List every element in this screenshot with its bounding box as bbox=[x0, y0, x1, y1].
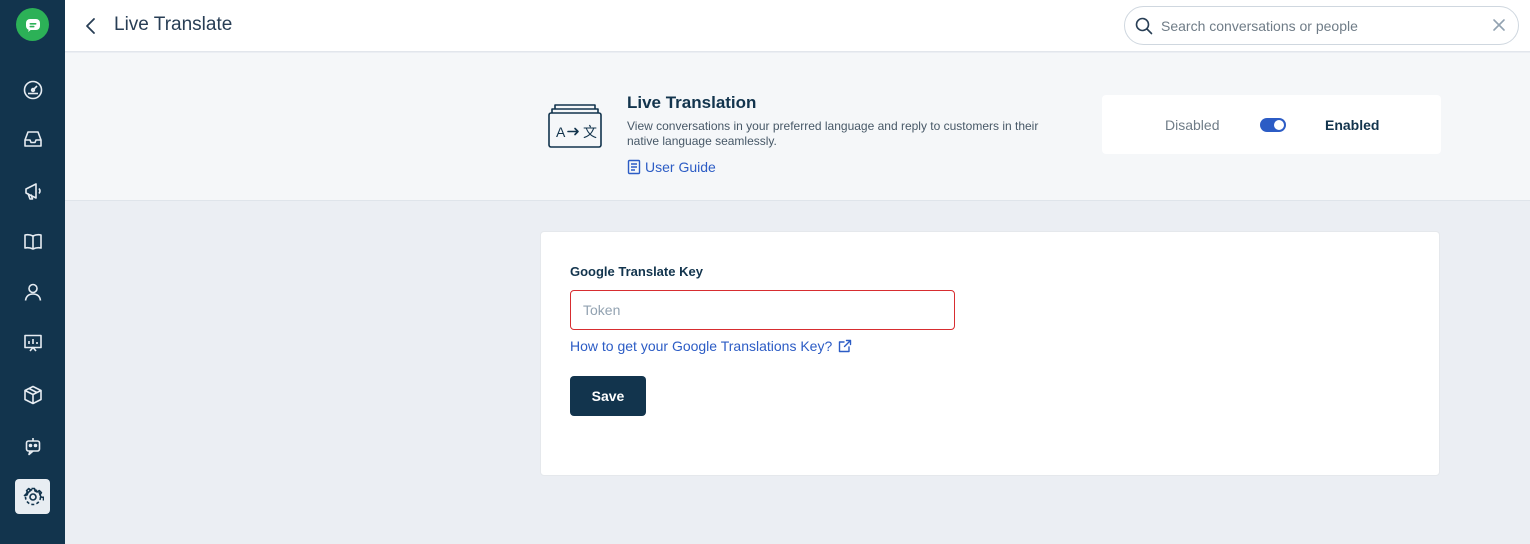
bot-icon bbox=[25, 437, 40, 455]
sidebar-item-knowledge-base[interactable] bbox=[15, 223, 50, 258]
token-input[interactable] bbox=[570, 290, 955, 330]
top-header: Live Translate bbox=[65, 0, 1530, 52]
inbox-icon bbox=[23, 130, 42, 147]
back-button[interactable] bbox=[81, 14, 101, 38]
app-banner: A 文 Live Translation View conversations … bbox=[65, 53, 1530, 201]
sidebar bbox=[0, 0, 65, 544]
user-guide-label: User Guide bbox=[645, 159, 716, 175]
disabled-label: Disabled bbox=[1165, 117, 1220, 133]
dashboard-icon bbox=[23, 80, 42, 99]
sidebar-item-marketplace[interactable] bbox=[15, 377, 50, 412]
sidebar-item-dashboard[interactable] bbox=[15, 72, 50, 107]
contact-icon bbox=[24, 283, 41, 301]
book-icon bbox=[23, 233, 42, 250]
sidebar-item-contacts[interactable] bbox=[15, 274, 50, 309]
document-icon bbox=[627, 159, 641, 175]
user-guide-link[interactable]: User Guide bbox=[627, 159, 716, 175]
close-icon[interactable] bbox=[1492, 18, 1506, 32]
search-input[interactable] bbox=[1161, 15, 1481, 37]
app-description: View conversations in your preferred lan… bbox=[627, 119, 1039, 148]
sidebar-item-campaigns[interactable] bbox=[15, 173, 50, 208]
app-name: Live Translation bbox=[627, 93, 757, 112]
translations-key-help-link[interactable]: How to get your Google Translations Key? bbox=[570, 338, 852, 354]
megaphone-icon bbox=[24, 182, 41, 200]
svg-text:A: A bbox=[556, 124, 566, 140]
save-button[interactable]: Save bbox=[570, 376, 646, 416]
chat-logo-icon bbox=[25, 18, 40, 32]
search-box[interactable] bbox=[1124, 6, 1519, 45]
cube-icon bbox=[23, 385, 42, 404]
translate-icon: A 文 bbox=[548, 104, 602, 148]
app-logo[interactable] bbox=[16, 8, 49, 41]
sidebar-item-settings[interactable] bbox=[15, 479, 50, 514]
enabled-label: Enabled bbox=[1325, 117, 1380, 133]
reports-icon bbox=[23, 334, 42, 352]
sidebar-item-inbox[interactable] bbox=[15, 121, 50, 156]
search-icon bbox=[1135, 17, 1153, 35]
settings-card: Google Translate Key How to get your Goo… bbox=[540, 231, 1440, 476]
svg-text:文: 文 bbox=[583, 124, 597, 140]
enable-toggle[interactable] bbox=[1260, 118, 1286, 132]
sidebar-item-bots[interactable] bbox=[15, 428, 50, 463]
external-link-icon bbox=[839, 339, 852, 353]
google-translate-key-label: Google Translate Key bbox=[570, 264, 703, 279]
status-toggle-card: Disabled Enabled bbox=[1102, 95, 1441, 154]
chevron-left-icon bbox=[86, 18, 95, 34]
sidebar-item-reports[interactable] bbox=[15, 325, 50, 360]
page-title: Live Translate bbox=[114, 14, 233, 35]
gear-icon bbox=[23, 487, 44, 505]
help-link-label: How to get your Google Translations Key? bbox=[570, 338, 833, 354]
toggle-knob bbox=[1274, 120, 1284, 130]
